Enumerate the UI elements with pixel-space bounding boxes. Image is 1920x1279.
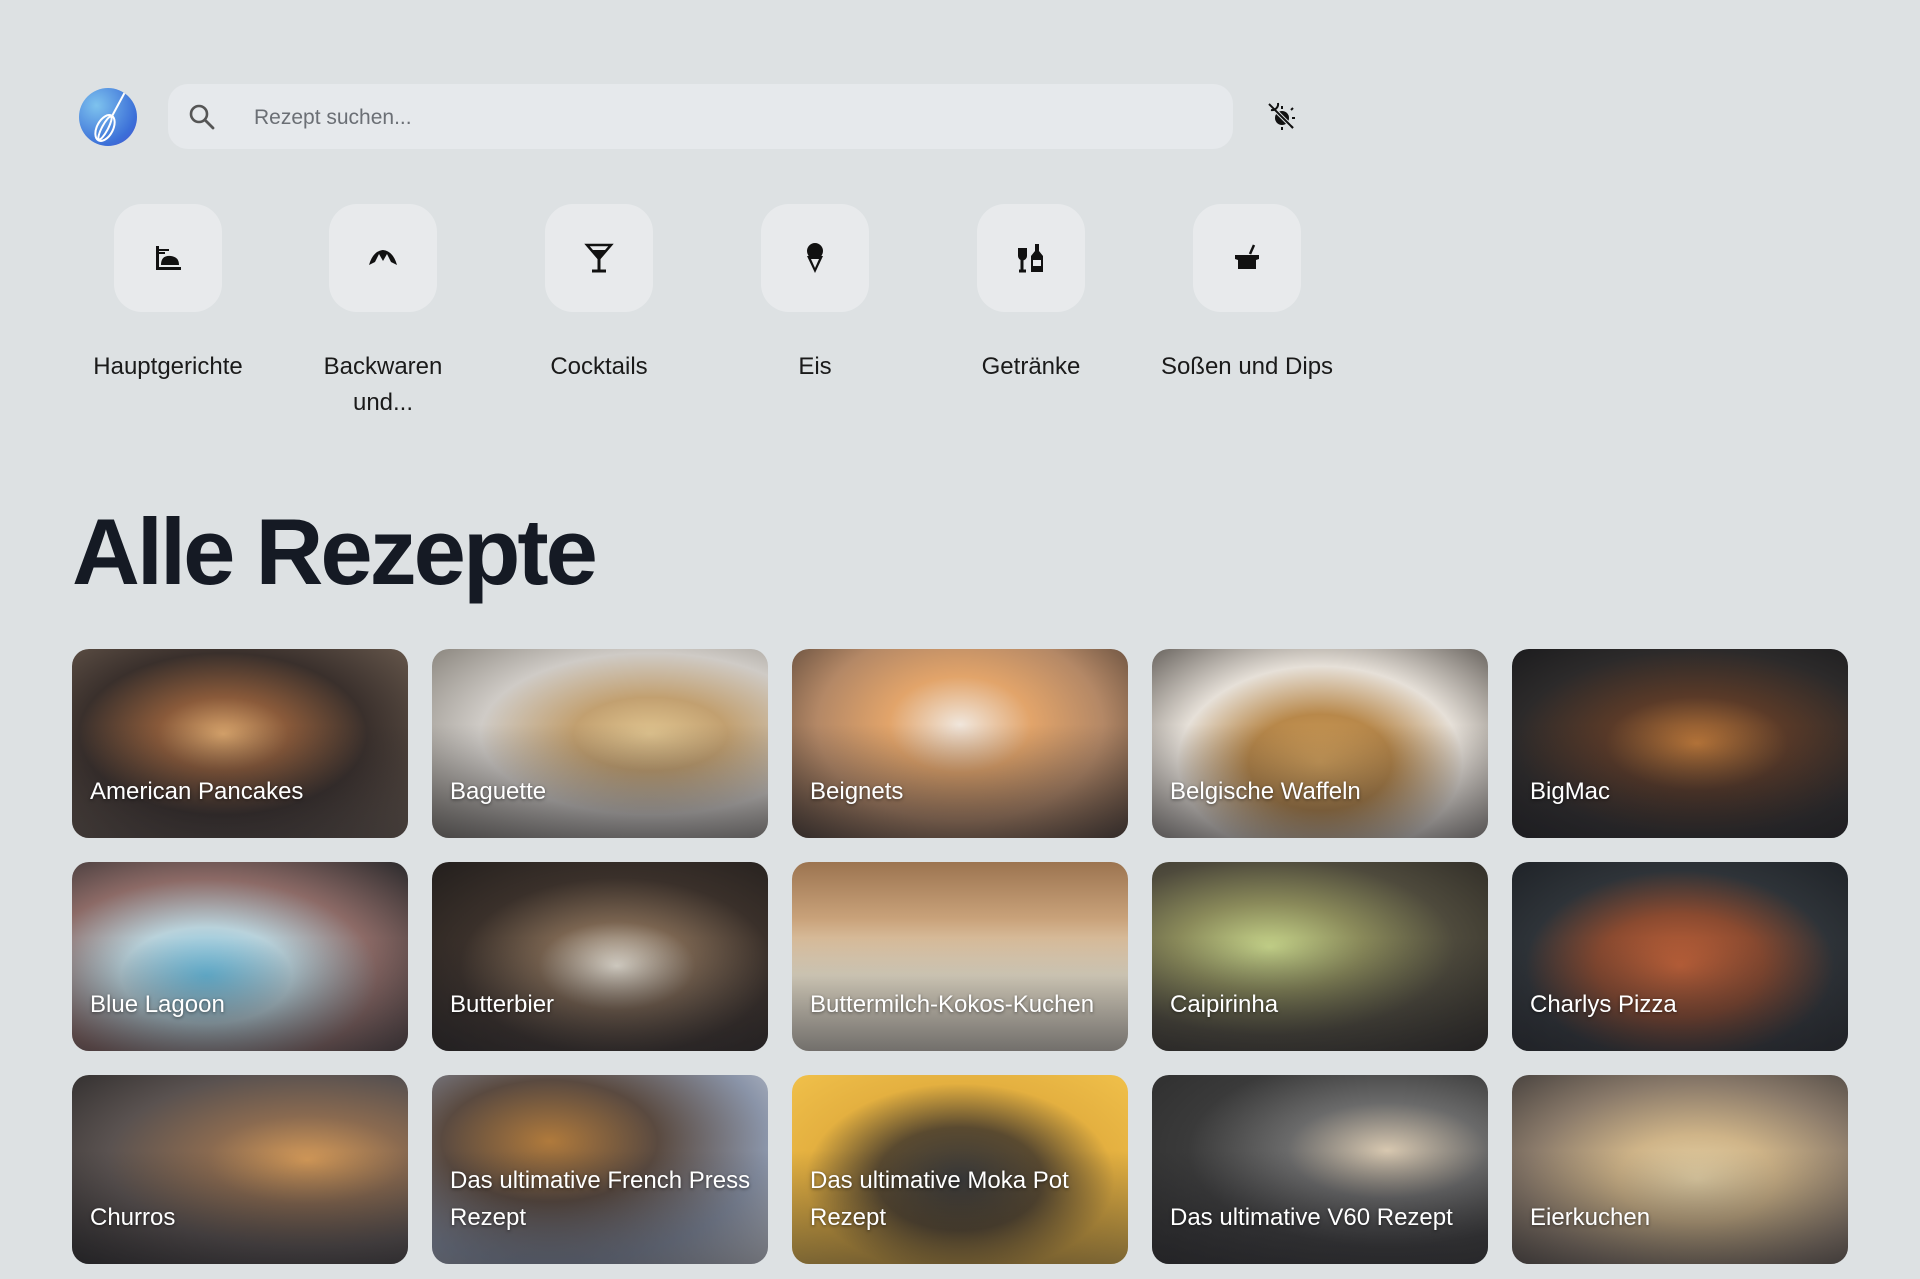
recipe-card[interactable]: Das ultimative Moka Pot Rezept [792, 1075, 1128, 1264]
theme-toggle-icon[interactable] [1265, 100, 1297, 132]
recipe-title: American Pancakes [90, 778, 304, 805]
drinks-bottle-icon [1018, 244, 1043, 273]
recipe-title: BigMac [1530, 778, 1611, 805]
recipe-card[interactable]: Charlys Pizza [1512, 862, 1848, 1051]
recipe-title: Das ultimative Moka Pot Rezept [810, 1167, 1069, 1231]
recipe-card[interactable]: Churros [72, 1075, 408, 1264]
search-icon [189, 104, 215, 130]
recipe-card[interactable]: Blue Lagoon [72, 862, 408, 1051]
recipe-title: Belgische Waffeln [1170, 778, 1361, 805]
recipe-title: Butterbier [450, 991, 555, 1018]
recipe-card[interactable]: Eierkuchen [1512, 1075, 1848, 1264]
whisk-logo-icon[interactable] [79, 88, 137, 146]
recipe-card[interactable]: Das ultimative V60 Rezept [1152, 1075, 1488, 1264]
search-input[interactable] [252, 84, 1156, 151]
recipe-title: Churros [90, 1204, 176, 1231]
sauce-bowl-icon [1235, 244, 1259, 269]
search-bar[interactable] [168, 84, 1233, 151]
recipe-title: Das ultimative French Press Rezept [450, 1167, 751, 1231]
page-title: Alle Rezepte [72, 499, 598, 604]
category-hauptgerichte[interactable]: Hauptgerichte [78, 204, 258, 385]
recipe-card[interactable]: Baguette [432, 649, 768, 838]
recipe-title: Blue Lagoon [90, 991, 225, 1018]
category-cocktails[interactable]: Cocktails [509, 204, 689, 385]
recipe-card[interactable]: American Pancakes [72, 649, 408, 838]
main-dish-icon [156, 246, 181, 270]
cocktail-glass-icon [584, 243, 614, 273]
croissant-icon [369, 250, 397, 265]
recipe-card[interactable]: Caipirinha [1152, 862, 1488, 1051]
category-getraenke[interactable]: Getränke [941, 204, 1121, 385]
category-eis[interactable]: Eis [725, 204, 905, 385]
recipe-card[interactable]: Butterbier [432, 862, 768, 1051]
recipe-title: Das ultimative V60 Rezept [1170, 1204, 1453, 1231]
recipe-card[interactable]: BigMac [1512, 649, 1848, 838]
recipe-title: Beignets [810, 778, 904, 805]
recipe-card[interactable]: Belgische Waffeln [1152, 649, 1488, 838]
recipe-title: Caipirinha [1170, 991, 1279, 1018]
recipe-card[interactable]: Beignets [792, 649, 1128, 838]
recipe-card[interactable]: Buttermilch-Kokos-Kuchen [792, 862, 1128, 1051]
ice-cream-icon [807, 243, 823, 273]
category-backwaren[interactable]: Backwaren und... [293, 204, 473, 421]
recipe-title: Buttermilch-Kokos-Kuchen [810, 991, 1095, 1018]
recipe-title: Eierkuchen [1530, 1204, 1651, 1231]
category-sossen[interactable]: Soßen und Dips [1157, 204, 1337, 385]
recipe-title: Baguette [450, 778, 547, 805]
recipe-card[interactable]: Das ultimative French Press Rezept [432, 1075, 768, 1264]
recipe-title: Charlys Pizza [1530, 991, 1677, 1018]
